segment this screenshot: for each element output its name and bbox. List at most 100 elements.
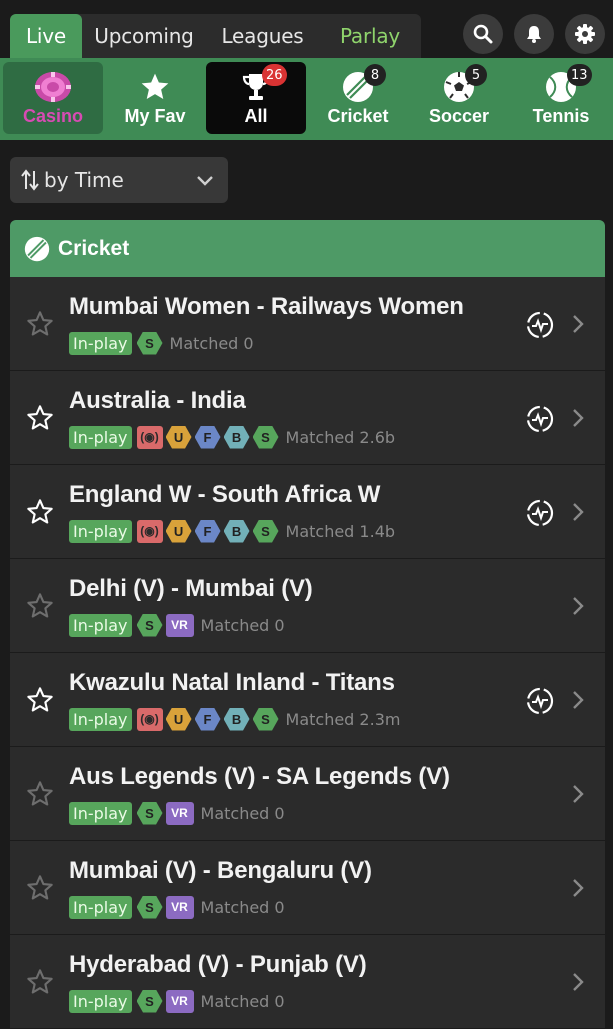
b-market-badge: B xyxy=(223,707,250,731)
matched-amount: Matched 0 xyxy=(200,615,285,635)
s-market-badge: S xyxy=(252,425,279,449)
matched-amount: Matched 0 xyxy=(200,897,285,917)
match-name: Hyderabad (V) - Punjab (V) xyxy=(69,951,367,978)
bell-icon xyxy=(527,26,541,43)
matched-amount: Matched 0 xyxy=(169,333,254,353)
s-market-badge: S xyxy=(136,801,163,825)
match-name: Kwazulu Natal Inland - Titans xyxy=(69,669,395,696)
sort-dropdown[interactable]: by Time xyxy=(10,157,228,203)
s-market-badge: S xyxy=(252,707,279,731)
favorite-star-icon[interactable] xyxy=(26,686,54,718)
in-play-badge: In-play xyxy=(69,989,132,1013)
live-stats-icon[interactable] xyxy=(525,498,555,532)
u-market-badge: U xyxy=(165,707,192,731)
live-stream-badge: (◉) xyxy=(136,519,163,543)
chevron-right-icon[interactable] xyxy=(570,783,586,809)
tab-parlay[interactable]: Parlay xyxy=(319,14,421,58)
chevron-right-icon[interactable] xyxy=(570,313,586,339)
chevron-right-icon[interactable] xyxy=(570,595,586,621)
match-row[interactable]: Mumbai Women - Railways Women In-play S Mat… xyxy=(10,277,605,371)
match-meta: In-play S VR Matched 0 xyxy=(69,989,285,1013)
chevron-right-icon[interactable] xyxy=(570,407,586,433)
search-button[interactable] xyxy=(463,14,503,54)
match-row[interactable]: Australia - India In-play (◉) U F B S Matched 2… xyxy=(10,371,605,465)
settings-button[interactable] xyxy=(565,14,605,54)
match-meta: In-play (◉) U F B S Matched 1.4b xyxy=(69,519,395,543)
soccer-ball-icon: 5 xyxy=(443,64,487,104)
b-market-badge: B xyxy=(223,425,250,449)
tab-leagues[interactable]: Leagues xyxy=(206,14,319,58)
cricket-ball-icon xyxy=(24,236,50,261)
match-list: Mumbai Women - Railways Women In-play S Mat… xyxy=(10,277,605,1029)
b-market-badge: B xyxy=(223,519,250,543)
match-name: Mumbai (V) - Bengaluru (V) xyxy=(69,857,372,884)
in-play-badge: In-play xyxy=(69,331,132,355)
match-meta: In-play S VR Matched 0 xyxy=(69,895,285,919)
in-play-badge: In-play xyxy=(69,613,132,637)
cricket-ball-icon: 8 xyxy=(342,64,386,104)
sport-all[interactable]: 26 All xyxy=(206,62,306,134)
match-meta: In-play S VR Matched 0 xyxy=(69,613,285,637)
live-stats-icon[interactable] xyxy=(525,404,555,438)
live-stats-icon[interactable] xyxy=(525,310,555,344)
live-stream-icon: (◉) xyxy=(140,712,159,726)
sort-label: by Time xyxy=(44,168,124,192)
live-stream-icon: (◉) xyxy=(140,524,159,538)
matched-amount: Matched 2.3m xyxy=(285,709,401,729)
sport-soccer[interactable]: 5 Soccer xyxy=(409,62,509,134)
match-row[interactable]: Hyderabad (V) - Punjab (V) In-play S VR Matc… xyxy=(10,935,605,1029)
matched-amount: Matched 0 xyxy=(200,991,285,1011)
cricket-count-badge: 8 xyxy=(364,64,386,86)
sport-cricket[interactable]: 8 Cricket xyxy=(308,62,408,134)
favorite-star-icon[interactable] xyxy=(26,874,54,906)
favorite-star-icon[interactable] xyxy=(26,592,54,624)
main-tabs: Live Upcoming Leagues Parlay xyxy=(10,14,421,58)
s-market-badge: S xyxy=(136,613,163,637)
chevron-right-icon[interactable] xyxy=(570,501,586,527)
matched-amount: Matched 1.4b xyxy=(285,521,396,541)
tab-live[interactable]: Live xyxy=(10,14,82,58)
match-row[interactable]: Delhi (V) - Mumbai (V) In-play S VR Matched … xyxy=(10,559,605,653)
s-market-badge: S xyxy=(252,519,279,543)
match-meta: In-play S VR Matched 0 xyxy=(69,801,285,825)
u-market-badge: U xyxy=(165,519,192,543)
virtual-badge: VR xyxy=(165,895,194,919)
match-row[interactable]: Aus Legends (V) - SA Legends (V) In-play S… xyxy=(10,747,605,841)
match-name: Aus Legends (V) - SA Legends (V) xyxy=(69,763,450,790)
search-icon xyxy=(473,24,493,44)
top-bar: Live Upcoming Leagues Parlay xyxy=(0,0,613,58)
chevron-right-icon[interactable] xyxy=(570,971,586,997)
casino-chip-icon xyxy=(33,70,73,104)
chevron-right-icon[interactable] xyxy=(570,689,586,715)
in-play-badge: In-play xyxy=(69,801,132,825)
favorite-star-icon[interactable] xyxy=(26,498,54,530)
s-market-badge: S xyxy=(136,989,163,1013)
tab-upcoming[interactable]: Upcoming xyxy=(82,14,206,58)
chevron-right-icon[interactable] xyxy=(570,877,586,903)
notifications-button[interactable] xyxy=(514,14,554,54)
soccer-count-badge: 5 xyxy=(465,64,487,86)
s-market-badge: S xyxy=(136,895,163,919)
match-name: Australia - India xyxy=(69,387,246,414)
live-stats-icon[interactable] xyxy=(525,686,555,720)
favorite-star-icon[interactable] xyxy=(26,404,54,436)
favorite-star-icon[interactable] xyxy=(26,310,54,342)
favorite-star-icon[interactable] xyxy=(26,780,54,812)
match-row[interactable]: England W - South Africa W In-play (◉) U F B S… xyxy=(10,465,605,559)
sport-my-fav[interactable]: My Fav xyxy=(105,62,205,134)
sport-casino[interactable]: Casino xyxy=(3,62,103,134)
match-row[interactable]: Mumbai (V) - Bengaluru (V) In-play S VR Matc… xyxy=(10,841,605,935)
s-market-badge: S xyxy=(136,331,163,355)
match-name: Mumbai Women - Railways Women xyxy=(69,293,464,320)
f-market-badge: F xyxy=(194,425,221,449)
virtual-badge: VR xyxy=(165,801,194,825)
match-row[interactable]: Kwazulu Natal Inland - Titans In-play (◉) U… xyxy=(10,653,605,747)
match-meta: In-play (◉) U F B S Matched 2.3m xyxy=(69,707,400,731)
favorite-star-icon[interactable] xyxy=(26,968,54,1000)
matched-amount: Matched 2.6b xyxy=(285,427,396,447)
match-meta: In-play S Matched 0 xyxy=(69,331,254,355)
star-icon xyxy=(139,70,171,104)
sport-tennis[interactable]: 13 Tennis xyxy=(511,62,611,134)
sort-icon xyxy=(21,169,39,191)
virtual-badge: VR xyxy=(165,989,194,1013)
